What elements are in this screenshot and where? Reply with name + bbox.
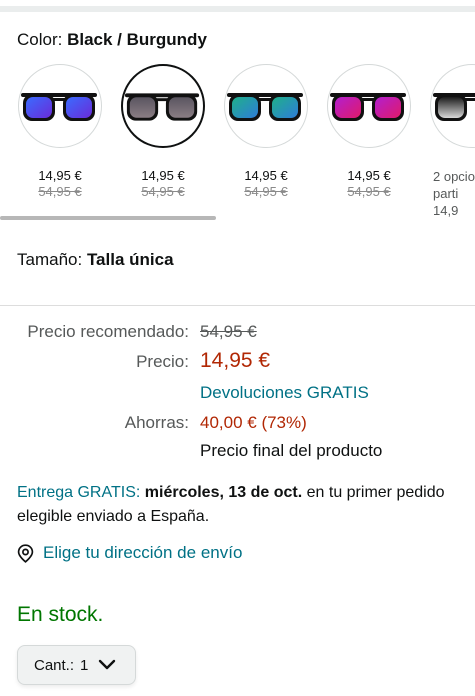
top-divider-bar (0, 0, 475, 13)
choose-address-link[interactable]: Elige tu dirección de envío (17, 543, 242, 563)
sunglasses-green-icon (227, 93, 303, 121)
quantity-dropdown[interactable]: Cant.: 1 (17, 645, 136, 685)
sunglasses-dark-icon (433, 93, 475, 121)
swatch-options-text: 2 opcio parti 14,9 (425, 168, 475, 219)
options-line-3: 14,9 (433, 203, 459, 218)
color-swatch-carousel[interactable]: 14,95 € 54,95 € 14,95 € 54,95 € 14,95 € … (0, 64, 475, 224)
delivery-info: Entrega GRATIS: miércoles, 13 de oct. en… (17, 481, 462, 529)
sunglasses-grey-icon (124, 93, 200, 121)
swatch-image[interactable] (430, 64, 475, 148)
swatch-grey-selected[interactable]: 14,95 € 54,95 € (116, 64, 210, 199)
size-value: Talla única (86, 250, 174, 269)
options-line-1: 2 opcio (433, 169, 475, 184)
swatch-price: 14,95 € (38, 168, 82, 183)
color-selection: Color: Black / Burgundy (17, 30, 207, 50)
price-value: 14,95 € (200, 349, 271, 372)
color-label: Color: (17, 30, 63, 49)
swatch-price: 14,95 € (244, 168, 288, 183)
recommended-price-label: Precio recomendado: (27, 322, 189, 341)
sunglasses-blue-icon (21, 93, 97, 121)
swatch-old-price: 54,95 € (141, 184, 185, 199)
quantity-label: Cant.: (34, 656, 75, 674)
free-returns-link[interactable]: Devoluciones GRATIS (200, 383, 369, 403)
swatch-old-price: 54,95 € (38, 184, 82, 199)
swatch-old-price: 54,95 € (347, 184, 391, 199)
swatch-price: 14,95 € (347, 168, 391, 183)
swatch-old-price: 54,95 € (244, 184, 288, 199)
chevron-down-icon (98, 659, 116, 671)
swatch-price: 14,95 € (141, 168, 185, 183)
section-divider (0, 305, 475, 306)
swatch-image[interactable] (224, 64, 308, 148)
savings-value: 40,00 € (73%) (200, 413, 307, 432)
address-label[interactable]: Elige tu dirección de envío (43, 543, 242, 563)
size-selection: Tamaño: Talla única (17, 250, 174, 270)
recommended-price-value: 54,95 € (200, 322, 257, 341)
final-price-note: Precio final del producto (200, 441, 383, 460)
carousel-scrollbar[interactable] (0, 216, 216, 220)
sunglasses-purple-icon (330, 93, 406, 121)
color-value: Black / Burgundy (67, 30, 207, 49)
delivery-date: miércoles, 13 de oct. (144, 484, 303, 501)
swatch-green[interactable]: 14,95 € 54,95 € (219, 64, 313, 199)
swatch-image[interactable] (18, 64, 102, 148)
savings-label: Ahorras: (124, 413, 189, 432)
swatch-purple[interactable]: 14,95 € 54,95 € (322, 64, 416, 199)
size-label: Tamaño: (17, 250, 83, 269)
options-line-2: parti (433, 186, 459, 201)
swatch-more-options[interactable]: 2 opcio parti 14,9 (425, 64, 475, 219)
price-label: Precio: (136, 352, 189, 371)
location-pin-icon (17, 543, 34, 563)
stock-status: En stock. (17, 603, 104, 626)
swatch-image[interactable] (327, 64, 411, 148)
swatch-blue[interactable]: 14,95 € 54,95 € (13, 64, 107, 199)
free-delivery-link[interactable]: Entrega GRATIS: (17, 484, 140, 501)
quantity-value: 1 (80, 656, 89, 674)
swatch-image[interactable] (121, 64, 205, 148)
